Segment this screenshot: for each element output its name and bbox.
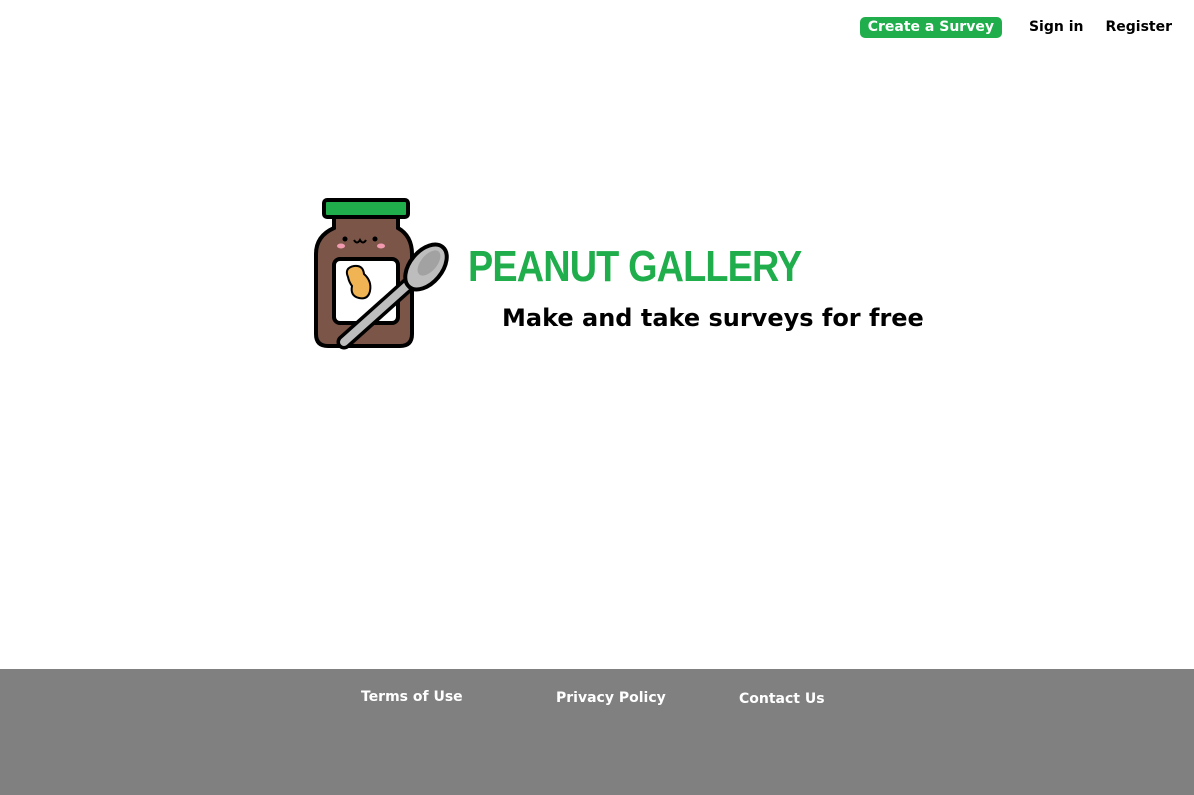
register-link[interactable]: Register [1105, 19, 1172, 35]
contact-us-link[interactable]: Contact Us [739, 691, 825, 707]
footer: Terms of Use Privacy Policy Contact Us [0, 669, 1194, 795]
sign-in-link[interactable]: Sign in [1029, 19, 1084, 35]
peanut-butter-jar-icon [314, 198, 449, 350]
brand-title: PEANUT GALLERY [468, 242, 802, 291]
terms-of-use-link[interactable]: Terms of Use [361, 689, 463, 705]
privacy-policy-link[interactable]: Privacy Policy [556, 690, 666, 706]
hero: PEANUT GALLERY Make and take surveys for… [312, 196, 952, 356]
brand-tagline: Make and take surveys for free [502, 304, 924, 332]
create-survey-button[interactable]: Create a Survey [859, 16, 1002, 38]
top-navigation: Create a Survey Sign in Register [859, 14, 1172, 40]
page: Create a Survey Sign in Register PEANUT … [0, 0, 1194, 795]
